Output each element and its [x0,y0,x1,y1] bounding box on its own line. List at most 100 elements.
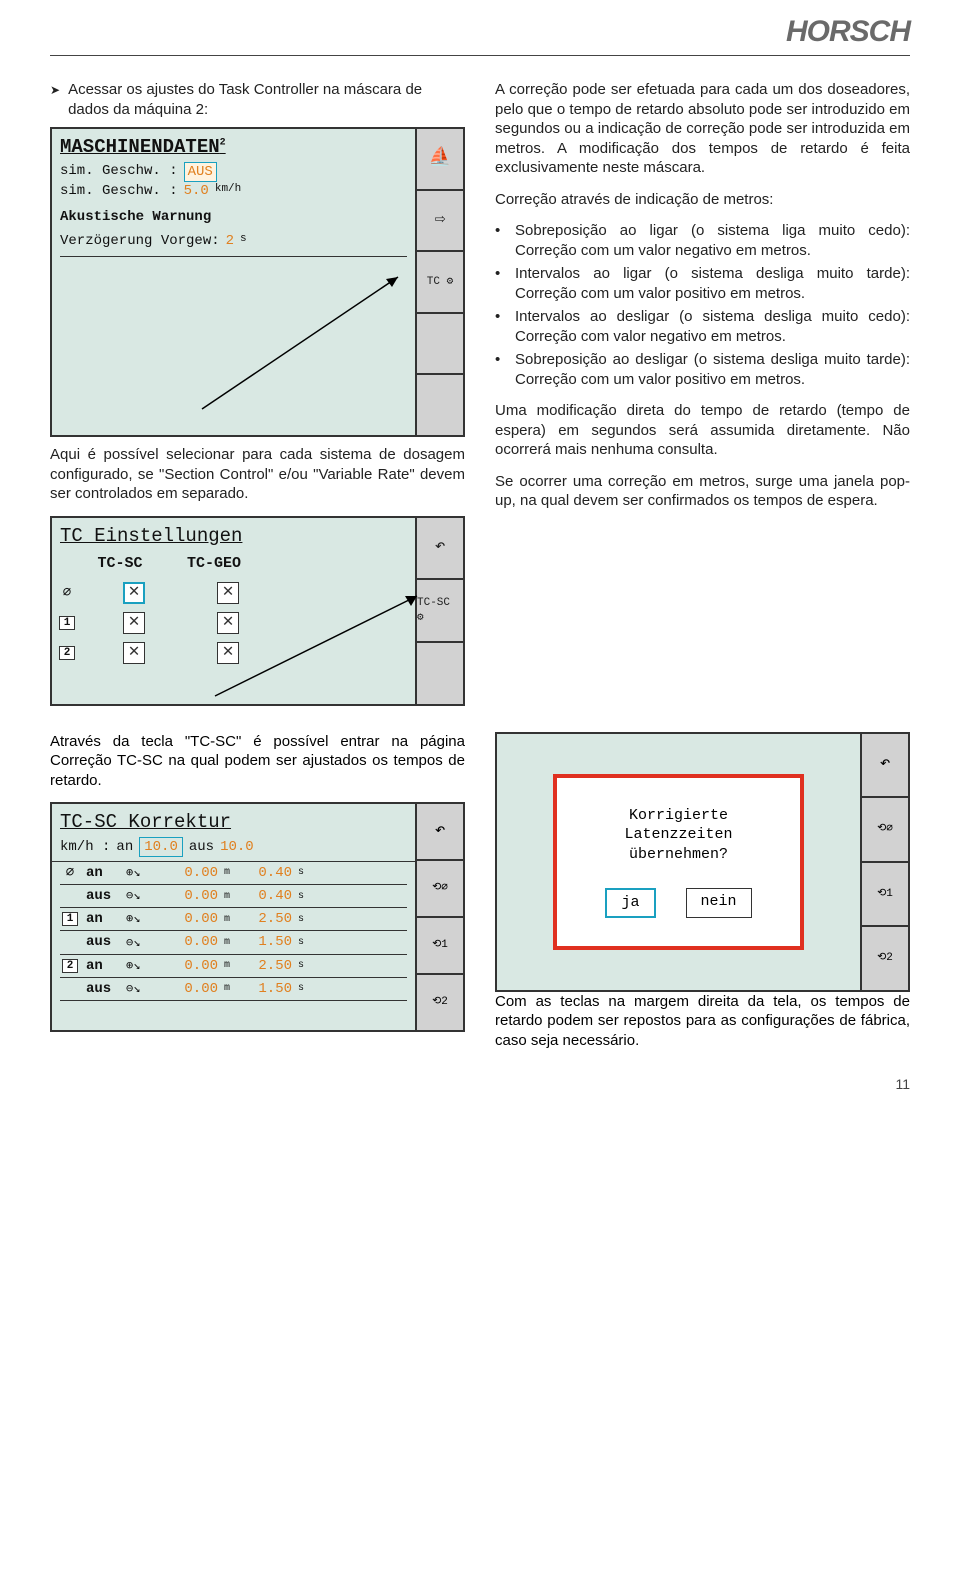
tc-row-1: 1 ✕ ✕ [80,612,407,634]
kr-r0-lab: an [86,864,120,882]
tc-row-2: 2 ✕ ✕ [80,642,407,664]
md-r1-value[interactable]: AUS [184,162,217,182]
kr-r2-s[interactable]: 2.50 [244,910,292,928]
unit-m: m [224,959,238,972]
unit-m: m [224,936,238,949]
kr-r1-ic: ⊖↘ [126,890,156,902]
tcsc-intro: Através da tecla "TC-SC" é possível entr… [50,732,465,791]
kr-r5-m[interactable]: 0.00 [162,980,218,998]
kr-row: aus ⊖↘ 0.00 m 0.40 s [60,885,407,908]
popup-yes-button[interactable]: ja [605,888,655,918]
kr-r0-ic: ⊕↘ [126,867,156,879]
popup-no-button[interactable]: nein [686,888,752,918]
kr-kmh-label: km/h : [60,838,110,856]
kr-r3-ic: ⊖↘ [126,937,156,949]
tc-col2-header: TC-GEO [174,554,254,574]
tc-check-1-geo[interactable]: ✕ [217,612,239,634]
kr-r4-m[interactable]: 0.00 [162,957,218,975]
tank2-icon: 2 [62,959,78,973]
tank2-icon: 2 [59,646,75,660]
kr-row: aus ⊖↘ 0.00m 1.50s [60,931,407,954]
tc-gear-icon: TC ⚙ [427,275,453,289]
bullet-text: Sobreposição ao desligar (o sistema desl… [515,350,910,389]
kr-rows: an ⊕↘ 0.00 m 0.40 s aus ⊖↘ 0.00 m 0.40 s [52,862,415,1007]
kr-side-reset-2[interactable]: ⟲2 [417,975,463,1030]
tc-check-2-geo[interactable]: ✕ [217,642,239,664]
arrow-right-icon: ⇨ [435,209,446,232]
kr-row: 1 an ⊕↘ 0.00m 2.50s [60,908,407,931]
kr-r0-s[interactable]: 0.40 [244,864,292,882]
unit-m: m [224,890,238,903]
tank1-icon: 1 [59,616,75,630]
tcsc-korrektur-panel: TC-SC Korrektur km/h : an 10.0 aus 10.0 … [50,802,465,1032]
popup-side-back[interactable]: ↶ [862,734,908,799]
kr-r0-m[interactable]: 0.00 [162,864,218,882]
reset-2-icon: ⟲2 [877,951,893,965]
maschinendaten-screen: MASCHINENDATEN2 sim. Geschw. : AUS sim. … [52,129,417,435]
right-column: A correção pode ser efetuada para cada u… [495,80,910,714]
tc-check-seed-geo[interactable]: ✕ [217,582,239,604]
kr-row: 2 an ⊕↘ 0.00m 2.50s [60,955,407,978]
unit-s: s [298,890,310,903]
kr-r3-s[interactable]: 1.50 [244,933,292,951]
tc-einstellungen-panel: TC Einstellungen TC-SC TC-GEO ✕ ✕ 1 [50,516,465,706]
md-side-btn-1[interactable]: ⛵ [417,129,463,191]
tc-check-seed-sc[interactable]: ✕ [123,582,145,604]
tc-row-seed: ✕ ✕ [80,582,407,604]
md-side-btn-tc[interactable]: TC ⚙ [417,252,463,314]
reset-seed-icon: ⟲⌀ [432,881,448,895]
tc-col1-header: TC-SC [80,554,160,574]
kr-row: aus ⊖↘ 0.00m 1.50s [60,978,407,1001]
tc-check-2-sc[interactable]: ✕ [123,642,145,664]
popup-side-reset-1[interactable]: ⟲1 [862,863,908,928]
kr-r5-s[interactable]: 1.50 [244,980,292,998]
tc-side-3[interactable] [417,643,463,704]
tc-check-1-sc[interactable]: ✕ [123,612,145,634]
kr-side-reset-seed[interactable]: ⟲⌀ [417,861,463,918]
kr-an-value[interactable]: 10.0 [139,837,183,857]
bullet-text: Intervalos ao desligar (o sistema deslig… [515,307,910,346]
unit-s: s [298,866,310,879]
popup-line2: Latenzzeiten [605,825,751,845]
kr-r4-s[interactable]: 2.50 [244,957,292,975]
tc-side-tcsc[interactable]: TC-SC ⚙ [417,580,463,643]
kr-r1-s[interactable]: 0.40 [244,887,292,905]
intro-bullet: ➤ Acessar os ajustes do Task Controller … [50,80,465,119]
bullet-item: •Sobreposição ao ligar (o sistema liga m… [495,221,910,260]
reset-1-icon: ⟲1 [877,887,893,901]
md-r1-label: sim. Geschw. : [60,162,178,182]
kr-an-label: an [116,838,133,856]
md-side-btn-5[interactable] [417,375,463,435]
page-number: 11 [50,1076,910,1092]
md-r3-value[interactable]: 2 [226,232,234,250]
kr-r3-m[interactable]: 0.00 [162,933,218,951]
kr-r1-lab: aus [86,887,120,905]
bullet-item: •Intervalos ao ligar (o sistema desliga … [495,264,910,303]
md-r2-value[interactable]: 5.0 [184,182,209,200]
tc-side-back[interactable]: ↶ [417,518,463,581]
popup-side-reset-2[interactable]: ⟲2 [862,927,908,990]
md-title: MASCHINENDATEN [60,136,220,158]
right-p2: Correção através de indicação de metros: [495,190,910,210]
md-r3-label: Verzögerung Vorgew: [60,232,220,250]
kr-r1-m[interactable]: 0.00 [162,887,218,905]
unit-m: m [224,982,238,995]
unit-s: s [298,936,310,949]
unit-s: s [298,982,310,995]
unit-s: s [298,959,310,972]
md-side-btn-2[interactable]: ⇨ [417,191,463,253]
kr-side-reset-1[interactable]: ⟲1 [417,918,463,975]
kr-r2-m[interactable]: 0.00 [162,910,218,928]
tc-sidebar: ↶ TC-SC ⚙ [417,518,463,704]
md-side-btn-4[interactable] [417,314,463,376]
lower-left: Através da tecla "TC-SC" é possível entr… [50,732,465,1041]
unit-m: m [224,913,238,926]
kr-side-back[interactable]: ↶ [417,804,463,861]
kr-screen: TC-SC Korrektur km/h : an 10.0 aus 10.0 … [52,804,417,1030]
kr-r5-lab: aus [86,980,120,998]
maschinendaten-panel: MASCHINENDATEN2 sim. Geschw. : AUS sim. … [50,127,465,437]
popup-side-reset-seed[interactable]: ⟲⌀ [862,798,908,863]
kr-r4-ic: ⊕↘ [126,960,156,972]
kr-aus-value[interactable]: 10.0 [220,838,254,856]
right-p3: Uma modificação direta do tempo de retar… [495,401,910,460]
